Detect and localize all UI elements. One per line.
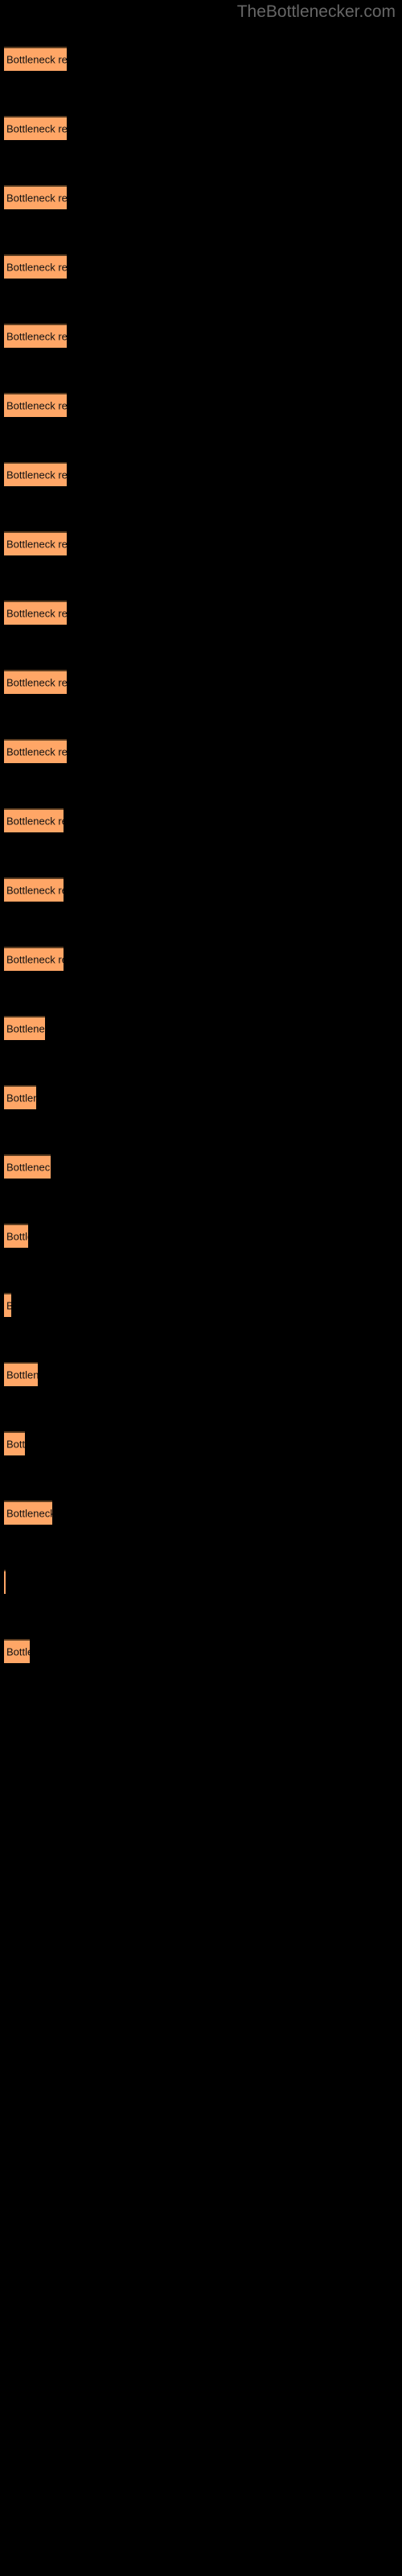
bar-label: Bottleneck result xyxy=(6,1507,52,1520)
bar-label: Bottleneck result xyxy=(6,1161,51,1174)
bottleneck-result-bar[interactable]: Bottleneck result xyxy=(4,1293,11,1317)
bar-row: Bottleneck result xyxy=(0,947,402,971)
bar-row: Bottleneck result xyxy=(0,1016,402,1040)
bar-label: Bottleneck result xyxy=(6,192,67,204)
bar-row: Bottleneck result xyxy=(0,462,402,486)
bar-row: Bottleneck result xyxy=(0,1570,402,1594)
bar-label: Bottleneck result xyxy=(6,1022,45,1035)
bottleneck-result-bar[interactable]: Bottleneck result xyxy=(4,1501,52,1525)
bottleneck-result-bar[interactable]: Bottleneck result xyxy=(4,1570,6,1594)
bar-row: Bottleneck result xyxy=(0,877,402,902)
bar-label: Bottleneck result xyxy=(6,53,67,66)
bar-label: Bottleneck result xyxy=(6,330,67,343)
bar-label: Bottleneck result xyxy=(6,399,67,412)
bottleneck-result-bar[interactable]: Bottleneck result xyxy=(4,1085,36,1109)
bar-label: Bottleneck result xyxy=(6,1092,36,1104)
bar-row: Bottleneck result xyxy=(0,808,402,832)
bottleneck-result-bar[interactable]: Bottleneck result xyxy=(4,1224,28,1248)
bottleneck-result-bar[interactable]: Bottleneck result xyxy=(4,808,64,832)
bottleneck-result-bar[interactable]: Bottleneck result xyxy=(4,877,64,902)
bottleneck-result-bar[interactable]: Bottleneck result xyxy=(4,947,64,971)
bar-row: Bottleneck result xyxy=(0,1639,402,1663)
bottleneck-result-bar[interactable]: Bottleneck result xyxy=(4,1431,25,1455)
bar-row: Bottleneck result xyxy=(0,1224,402,1248)
bar-label: Bottleneck result xyxy=(6,1645,30,1658)
bottleneck-result-bar[interactable]: Bottleneck result xyxy=(4,1016,45,1040)
bottleneck-result-bar[interactable]: Bottleneck result xyxy=(4,254,67,279)
bar-row: Bottleneck result xyxy=(0,1293,402,1317)
bottleneck-result-bar[interactable]: Bottleneck result xyxy=(4,393,67,417)
bar-row: Bottleneck result xyxy=(0,531,402,555)
bottleneck-result-bar[interactable]: Bottleneck result xyxy=(4,185,67,209)
bar-row: Bottleneck result xyxy=(0,116,402,140)
bar-label: Bottleneck result xyxy=(6,122,67,135)
bar-label: Bottleneck result xyxy=(6,261,67,274)
bar-label: Bottleneck result xyxy=(6,1438,25,1451)
bottleneck-result-bar[interactable]: Bottleneck result xyxy=(4,739,67,763)
bar-label: Bottleneck result xyxy=(6,745,67,758)
bottleneck-result-bar[interactable]: Bottleneck result xyxy=(4,1639,30,1663)
bar-row: Bottleneck result xyxy=(0,324,402,348)
bar-row: Bottleneck result xyxy=(0,47,402,71)
bottleneck-result-bar[interactable]: Bottleneck result xyxy=(4,1362,38,1386)
bar-row: Bottleneck result xyxy=(0,254,402,279)
bar-row: Bottleneck result xyxy=(0,739,402,763)
bar-row: Bottleneck result xyxy=(0,185,402,209)
bottleneck-result-bar[interactable]: Bottleneck result xyxy=(4,1154,51,1179)
bottleneck-bar-chart: Bottleneck result Bottleneck result Bottle… xyxy=(0,0,402,1771)
bottleneck-result-bar[interactable]: Bottleneck result xyxy=(4,47,67,71)
bar-row: Bottleneck result xyxy=(0,1501,402,1525)
bar-row: Bottleneck result xyxy=(0,1154,402,1179)
bottleneck-result-bar[interactable]: Bottleneck result xyxy=(4,324,67,348)
bar-row: Bottleneck result xyxy=(0,1431,402,1455)
bottleneck-result-bar[interactable]: Bottleneck result xyxy=(4,601,67,625)
bar-row: Bottleneck result xyxy=(0,1362,402,1386)
bar-label: Bottleneck result xyxy=(6,1300,11,1312)
bar-label: Bottleneck result xyxy=(6,815,64,828)
bar-row: Bottleneck result xyxy=(0,393,402,417)
bar-label: Bottleneck result xyxy=(6,884,64,897)
bar-label: Bottleneck result xyxy=(6,1230,28,1243)
bar-label: Bottleneck result xyxy=(6,607,67,620)
bar-label: Bottleneck result xyxy=(6,538,67,551)
bar-label: Bottleneck result xyxy=(6,469,67,481)
bar-label: Bottleneck result xyxy=(6,1368,38,1381)
bar-label: Bottleneck result xyxy=(6,953,64,966)
bar-label: Bottleneck result xyxy=(6,676,67,689)
bottleneck-result-bar[interactable]: Bottleneck result xyxy=(4,531,67,555)
bar-row: Bottleneck result xyxy=(0,601,402,625)
bottleneck-result-bar[interactable]: Bottleneck result xyxy=(4,462,67,486)
bottleneck-result-bar[interactable]: Bottleneck result xyxy=(4,670,67,694)
bar-row: Bottleneck result xyxy=(0,670,402,694)
bar-row: Bottleneck result xyxy=(0,1085,402,1109)
bottleneck-result-bar[interactable]: Bottleneck result xyxy=(4,116,67,140)
